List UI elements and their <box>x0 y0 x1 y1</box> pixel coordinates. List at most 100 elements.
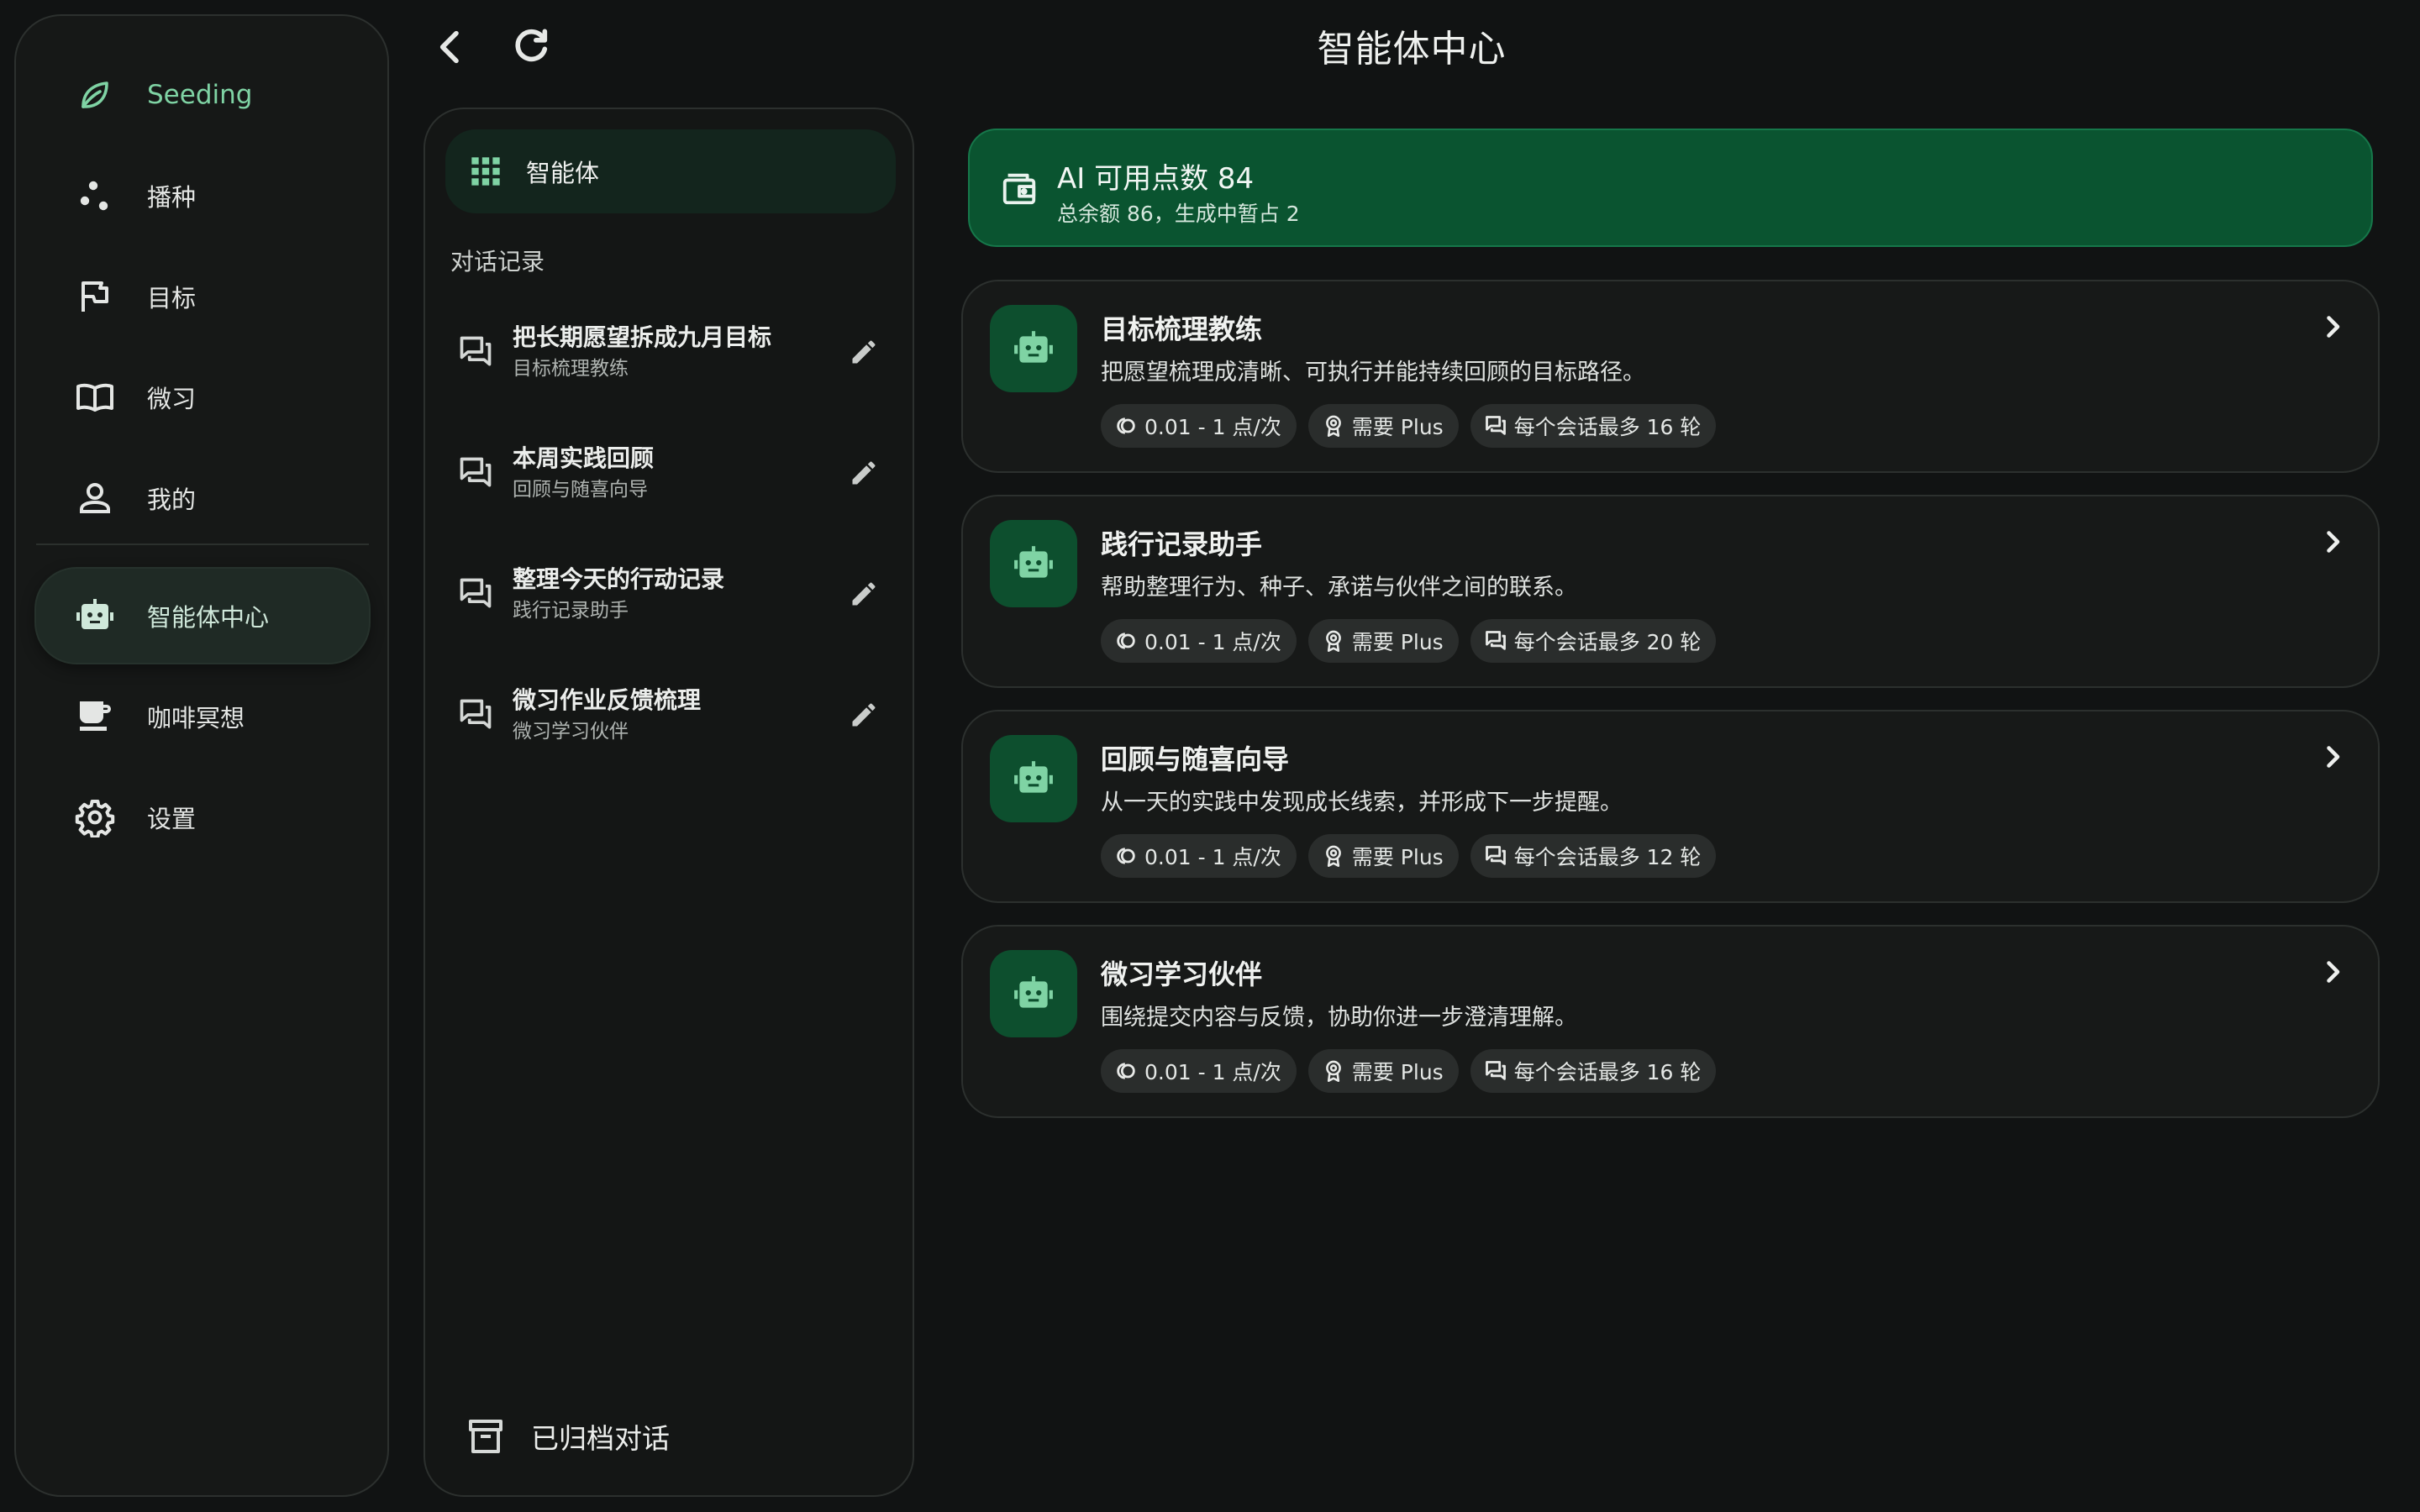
grid-icon <box>469 155 502 188</box>
chat-icon <box>1484 629 1507 653</box>
chevron-right-icon <box>2317 742 2348 772</box>
agent-avatar <box>990 305 1077 392</box>
chevron-left-icon <box>427 24 474 71</box>
agent-tags: 0.01 - 1 点/次 需要 Plus 每个会话最多 16 轮 <box>1101 1049 1728 1093</box>
agent-name: 践行记录助手 <box>1101 528 1263 560</box>
robot-icon <box>1013 543 1055 585</box>
sidebar-item-micro-learning[interactable]: 微习 <box>36 350 369 444</box>
agent-tags: 0.01 - 1 点/次 需要 Plus 每个会话最多 12 轮 <box>1101 834 1728 878</box>
plus-text: 需要 Plus <box>1351 415 1444 439</box>
agent-description: 围绕提交内容与反馈，协助你进一步澄清理解。 <box>1101 1005 1577 1031</box>
rounds-badge: 每个会话最多 20 轮 <box>1470 619 1717 663</box>
points-icon <box>1114 629 1138 653</box>
agent-description: 从一天的实践中发现成长线索，并形成下一步提醒。 <box>1101 790 1623 816</box>
award-icon <box>1322 414 1345 438</box>
conversation-title: 整理今天的行动记录 <box>513 565 725 593</box>
points-icon <box>1114 1059 1138 1083</box>
cost-text: 0.01 - 1 点/次 <box>1144 630 1281 654</box>
rounds-badge: 每个会话最多 16 轮 <box>1470 1049 1717 1093</box>
agent-card[interactable]: 目标梳理教练 把愿望梳理成清晰、可执行并能持续回顾的目标路径。 0.01 - 1… <box>961 280 2380 473</box>
sidebar-item-label: 目标 <box>147 284 197 312</box>
conversation-item[interactable]: 把长期愿望拆成九月目标 目标梳理教练 <box>445 306 896 398</box>
sidebar-item-coffee-meditation[interactable]: 咖啡冥想 <box>36 669 369 764</box>
tab-agents[interactable]: 智能体 <box>445 129 896 213</box>
chevron-right-icon <box>2317 527 2348 557</box>
points-icon <box>1114 414 1138 438</box>
rounds-text: 每个会话最多 16 轮 <box>1513 415 1702 439</box>
sidebar-item-label: 微习 <box>147 385 197 413</box>
conversation-item[interactable]: 本周实践回顾 回顾与随喜向导 <box>445 427 896 519</box>
sidebar-item-seeding[interactable]: Seeding <box>36 48 369 142</box>
ai-points-subtitle: 总余额 86，生成中暂占 2 <box>1057 202 1300 226</box>
sidebar-item-agent-center[interactable]: 智能体中心 <box>36 569 369 663</box>
robot-icon <box>75 596 115 636</box>
archived-conversations-button[interactable]: 已归档对话 <box>466 1416 670 1457</box>
sidebar-item-seeding-sow[interactable]: 播种 <box>36 149 369 243</box>
refresh-icon <box>508 24 555 71</box>
agent-tags: 0.01 - 1 点/次 需要 Plus 每个会话最多 20 轮 <box>1101 619 1728 663</box>
agent-card[interactable]: 践行记录助手 帮助整理行为、种子、承诺与伙伴之间的联系。 0.01 - 1 点/… <box>961 495 2380 688</box>
cost-badge: 0.01 - 1 点/次 <box>1101 619 1297 663</box>
agent-name: 目标梳理教练 <box>1101 313 1263 345</box>
conversation-title: 本周实践回顾 <box>513 444 655 472</box>
edit-icon[interactable] <box>849 337 879 367</box>
conversation-agent: 践行记录助手 <box>513 600 629 622</box>
agent-card[interactable]: 微习学习伙伴 围绕提交内容与反馈，协助你进一步澄清理解。 0.01 - 1 点/… <box>961 925 2380 1118</box>
conversation-item[interactable]: 微习作业反馈梳理 微习学习伙伴 <box>445 669 896 761</box>
chevron-right-icon <box>2317 312 2348 342</box>
conversation-item[interactable]: 整理今天的行动记录 践行记录助手 <box>445 548 896 640</box>
chevron-right-icon <box>2317 957 2348 987</box>
award-icon <box>1322 844 1345 868</box>
seeds-icon <box>75 176 115 216</box>
sidebar-item-settings[interactable]: 设置 <box>36 770 369 864</box>
agent-name: 微习学习伙伴 <box>1101 958 1263 990</box>
sidebar-divider <box>36 543 369 545</box>
cost-text: 0.01 - 1 点/次 <box>1144 415 1281 439</box>
sidebar-item-goals[interactable]: 目标 <box>36 249 369 344</box>
edit-icon[interactable] <box>849 700 879 730</box>
edit-icon[interactable] <box>849 579 879 609</box>
chat-icon <box>1484 1059 1507 1083</box>
agent-description: 帮助整理行为、种子、承诺与伙伴之间的联系。 <box>1101 575 1577 601</box>
conversation-title: 微习作业反馈梳理 <box>513 686 702 714</box>
back-button[interactable] <box>427 24 474 71</box>
agent-description: 把愿望梳理成清晰、可执行并能持续回顾的目标路径。 <box>1101 360 1645 386</box>
rounds-badge: 每个会话最多 12 轮 <box>1470 834 1717 878</box>
agent-tags: 0.01 - 1 点/次 需要 Plus 每个会话最多 16 轮 <box>1101 404 1728 448</box>
agent-card[interactable]: 回顾与随喜向导 从一天的实践中发现成长线索，并形成下一步提醒。 0.01 - 1… <box>961 710 2380 903</box>
conversation-agent: 微习学习伙伴 <box>513 721 629 743</box>
sidebar-item-label: 设置 <box>147 805 197 833</box>
conversation-agent: 回顾与随喜向导 <box>513 479 648 501</box>
page-title: 智能体中心 <box>1317 28 1507 71</box>
plus-badge: 需要 Plus <box>1307 1049 1459 1093</box>
points-icon <box>1114 844 1138 868</box>
plus-badge: 需要 Plus <box>1307 619 1459 663</box>
robot-icon <box>1013 758 1055 800</box>
conversation-panel: 智能体 对话记录 把长期愿望拆成九月目标 目标梳理教练 本周实践回顾 回顾与随喜… <box>424 108 914 1497</box>
robot-icon <box>1013 973 1055 1015</box>
sidebar-item-profile[interactable]: 我的 <box>36 451 369 545</box>
person-icon <box>75 478 115 518</box>
agent-name: 回顾与随喜向导 <box>1101 743 1290 775</box>
chat-icon <box>457 333 494 370</box>
ai-points-title: AI 可用点数 84 <box>1057 162 1255 196</box>
plus-badge: 需要 Plus <box>1307 834 1459 878</box>
award-icon <box>1322 1059 1345 1083</box>
rounds-text: 每个会话最多 16 轮 <box>1513 1060 1702 1084</box>
conversation-agent: 目标梳理教练 <box>513 358 629 380</box>
gear-icon <box>75 797 115 837</box>
conversation-history-title: 对话记录 <box>450 248 545 276</box>
archive-icon <box>466 1416 506 1457</box>
chat-icon <box>1484 414 1507 438</box>
archived-conversations-label: 已归档对话 <box>531 1422 670 1455</box>
rounds-text: 每个会话最多 20 轮 <box>1513 630 1702 654</box>
robot-icon <box>1013 328 1055 370</box>
plus-badge: 需要 Plus <box>1307 404 1459 448</box>
agent-avatar <box>990 735 1077 822</box>
edit-icon[interactable] <box>849 458 879 488</box>
cost-badge: 0.01 - 1 点/次 <box>1101 404 1297 448</box>
refresh-button[interactable] <box>508 24 555 71</box>
coffee-icon <box>75 696 115 737</box>
sidebar-item-label: 播种 <box>147 183 197 212</box>
flag-icon <box>75 276 115 317</box>
